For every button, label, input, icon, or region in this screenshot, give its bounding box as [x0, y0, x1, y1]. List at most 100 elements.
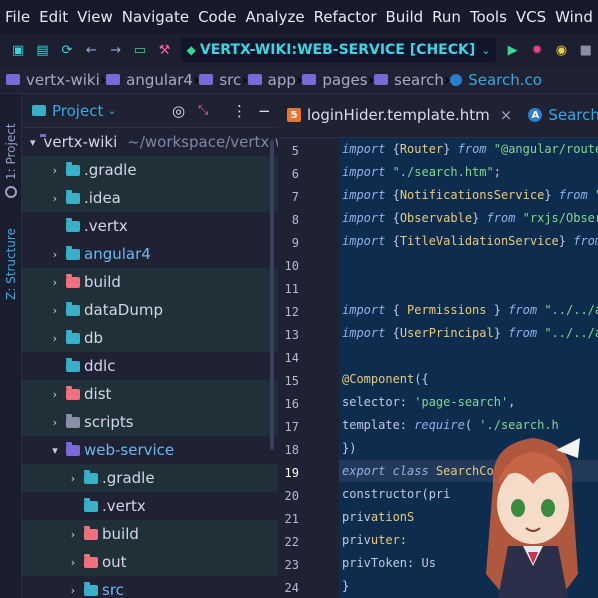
code-line: import { Permissions } from "../../au [342, 299, 598, 321]
menu-item[interactable]: Edit [39, 8, 68, 26]
code-token: { [392, 188, 400, 202]
chevron-right-icon[interactable]: › [48, 276, 62, 289]
chevron-right-icon[interactable]: › [66, 472, 80, 485]
code-line: import {NotificationsService} from "a [342, 184, 598, 206]
tree-item[interactable]: › scripts [22, 408, 278, 436]
build-hammer-icon[interactable]: ⚒ [158, 42, 171, 58]
run-icon[interactable]: ▶ [506, 42, 518, 58]
tab-project-tool[interactable]: 1: Project [2, 100, 20, 180]
chevron-right-icon[interactable]: › [48, 416, 62, 429]
code-token: export class [342, 464, 436, 478]
more-options-icon[interactable]: ⋮ [232, 102, 247, 120]
chevron-down-icon[interactable]: ▾ [30, 136, 36, 149]
menu-item[interactable]: Navigate [122, 8, 189, 26]
chevron-right-icon[interactable]: › [66, 584, 80, 597]
tree-item[interactable]: › angular4 [22, 240, 278, 268]
chevron-right-icon[interactable]: › [48, 192, 62, 205]
code-token: Permissions [407, 303, 487, 317]
debug-icon[interactable]: ✹ [531, 42, 543, 58]
coverage-icon[interactable]: ◉ [555, 42, 567, 58]
terminal-icon[interactable]: ▭ [134, 42, 146, 58]
target-icon[interactable]: ◎ [172, 102, 185, 120]
save-icon[interactable]: ▤ [36, 42, 48, 58]
menu-item[interactable]: Tools [470, 8, 507, 26]
code-token: } [342, 579, 350, 593]
tree-item[interactable]: .vertx [22, 212, 278, 240]
code-line: privToken: Us [342, 552, 436, 574]
chevron-down-icon[interactable]: ▾ [48, 444, 62, 457]
project-title[interactable]: Project [52, 102, 103, 120]
breadcrumb-item[interactable]: vertx-wiki [6, 71, 100, 89]
menu-item[interactable]: Build [386, 8, 424, 26]
open-folder-icon[interactable]: ▣ [12, 42, 24, 58]
menu-item[interactable]: VCS [516, 8, 546, 26]
line-number: 18 [284, 443, 299, 457]
folder-icon [66, 441, 80, 456]
sync-icon[interactable]: ⟳ [61, 42, 73, 58]
tree-item[interactable]: › .gradle [22, 156, 278, 184]
tree-scrollbar[interactable] [270, 140, 274, 450]
code-line: privationS [342, 506, 414, 528]
close-icon[interactable]: × [500, 106, 513, 124]
menu-item[interactable]: File [5, 8, 30, 26]
chevron-down-icon[interactable]: ⌄ [107, 104, 116, 117]
breadcrumb-item[interactable]: Search.co [450, 71, 542, 89]
code-token: Observable [399, 211, 473, 225]
back-icon[interactable]: ← [85, 42, 97, 58]
menu-item[interactable]: Code [198, 8, 236, 26]
angular-file-icon [450, 73, 463, 86]
menu-item[interactable]: View [77, 8, 113, 26]
chevron-right-icon[interactable]: › [48, 332, 62, 345]
tree-item[interactable]: › dist [22, 380, 278, 408]
stop-icon[interactable]: ■ [580, 42, 592, 58]
tree-item[interactable]: › .gradle [22, 464, 278, 492]
code-token: { [392, 234, 400, 248]
tree-item-label: vertx-wiki [43, 133, 118, 151]
chevron-right-icon[interactable]: › [66, 556, 80, 569]
code-token: (pri [421, 487, 451, 501]
tree-item-label: build [84, 273, 121, 291]
tree-item[interactable]: › .idea [22, 184, 278, 212]
chevron-right-icon[interactable]: › [66, 528, 80, 541]
code-line: @Component({ [342, 368, 429, 390]
breadcrumb-item[interactable]: search [374, 71, 444, 89]
code-token: } [472, 211, 487, 225]
menu-item[interactable]: Wind [555, 8, 593, 26]
folder-icon [106, 74, 121, 85]
folder-icon [66, 385, 80, 400]
tree-item[interactable]: › build [22, 268, 278, 296]
breadcrumb-item[interactable]: src [199, 71, 241, 89]
tree-item[interactable]: › src [22, 576, 278, 598]
tree-item[interactable]: .vertx [22, 492, 278, 520]
folder-icon [6, 74, 20, 85]
chevron-right-icon[interactable]: › [48, 248, 62, 261]
tree-item[interactable]: ▾ vertx-wiki ~/workspace/vertx-w [22, 128, 278, 156]
code-token: { [392, 142, 400, 156]
run-configuration-select[interactable]: ◆ VERTX-WIKI:WEB-SERVICE [CHECK] ⌄ [180, 38, 497, 62]
editor-tab[interactable]: 5 loginHider.template.htm × [279, 94, 520, 137]
editor-tab[interactable]: A Search.com [520, 94, 598, 137]
chevron-right-icon[interactable]: › [48, 164, 62, 177]
chevron-right-icon[interactable]: › [48, 388, 62, 401]
code-token: import [342, 142, 393, 156]
breadcrumb-item[interactable]: angular4 [106, 71, 193, 89]
breadcrumb-item[interactable]: app [247, 71, 296, 89]
code-token: } [443, 142, 458, 156]
menu-item[interactable]: Analyze [245, 8, 304, 26]
tab-structure-tool[interactable]: Z: Structure [2, 204, 20, 300]
forward-icon[interactable]: → [110, 42, 122, 58]
tree-item[interactable]: › dataDump [22, 296, 278, 324]
minimize-icon[interactable]: − [258, 102, 271, 120]
tree-item[interactable]: › out [22, 548, 278, 576]
tree-item[interactable]: ▾ web-service [22, 436, 278, 464]
breadcrumb-label: angular4 [126, 70, 193, 89]
collapse-all-icon[interactable]: ⤡ [198, 103, 208, 118]
tree-item[interactable]: ddlc [22, 352, 278, 380]
menu-item[interactable]: Run [432, 8, 461, 26]
tree-item[interactable]: › db [22, 324, 278, 352]
chevron-right-icon[interactable]: › [48, 304, 62, 317]
breadcrumb-item[interactable]: pages [302, 71, 368, 89]
menu-item[interactable]: Refactor [314, 8, 377, 26]
tree-item-label: ddlc [84, 357, 116, 375]
tree-item[interactable]: › build [22, 520, 278, 548]
